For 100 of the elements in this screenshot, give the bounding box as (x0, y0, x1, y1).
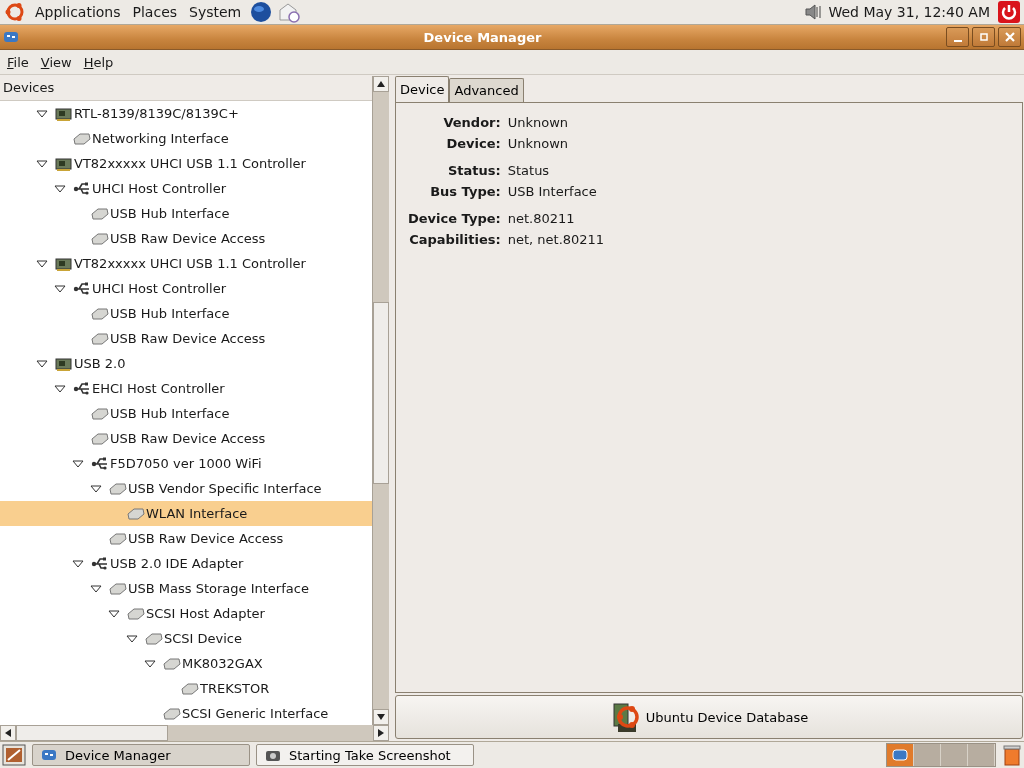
tree-row[interactable]: USB Hub Interface (0, 201, 372, 226)
tree-row[interactable]: RTL-8139/8139C/8139C+ (0, 101, 372, 126)
expander-icon[interactable] (72, 557, 84, 570)
trash-icon[interactable] (1002, 744, 1022, 766)
property-label: Device Type: (408, 211, 501, 226)
chip-icon (127, 606, 145, 621)
network-card-icon (55, 255, 73, 272)
device-database-button[interactable]: Ubuntu Device Database (395, 695, 1023, 739)
panel-menu[interactable]: System (186, 4, 245, 20)
panel-menu[interactable]: Places (129, 4, 181, 20)
mail-icon[interactable] (278, 1, 301, 23)
column-header[interactable]: Devices (0, 76, 372, 101)
tree-row[interactable]: USB Vendor Specific Interface (0, 476, 372, 501)
menu-item[interactable]: Help (83, 54, 114, 70)
expander-icon[interactable] (36, 357, 48, 370)
chip-icon (109, 581, 127, 596)
tree-row[interactable]: UHCI Host Controller (0, 176, 372, 201)
tree-row[interactable]: SCSI Host Adapter (0, 601, 372, 626)
property-value: USB Interface (507, 184, 598, 199)
expander-icon[interactable] (36, 257, 48, 270)
right-arrow-icon[interactable] (378, 729, 384, 737)
chip-icon (109, 481, 127, 496)
close-icon (1004, 32, 1015, 42)
expander-icon[interactable] (54, 382, 66, 395)
tree-row[interactable]: USB Hub Interface (0, 301, 372, 326)
chip-icon (163, 656, 181, 671)
vertical-scrollbar[interactable] (372, 76, 389, 725)
workspace-switcher[interactable] (886, 743, 996, 767)
tree-row[interactable]: USB Mass Storage Interface (0, 576, 372, 601)
expander-icon[interactable] (36, 107, 48, 120)
show-desktop-icon[interactable] (2, 744, 26, 766)
expander-icon[interactable] (72, 457, 84, 470)
usb-icon (73, 180, 91, 197)
tree-row[interactable]: MK8032GAX (0, 651, 372, 676)
chip-icon (163, 706, 181, 721)
tree-row[interactable]: F5D7050 ver 1000 WiFi (0, 451, 372, 476)
chip-icon (91, 331, 109, 346)
window-title: Device Manager (422, 29, 543, 45)
tree-row[interactable]: UHCI Host Controller (0, 276, 372, 301)
menu-item[interactable]: View (40, 54, 72, 70)
power-icon[interactable] (998, 1, 1020, 23)
speaker-icon[interactable] (804, 3, 823, 21)
chip-icon (127, 506, 145, 521)
chip-icon (91, 231, 109, 246)
usb-icon (91, 555, 109, 572)
tree-row[interactable]: USB Raw Device Access (0, 526, 372, 551)
clock[interactable]: Wed May 31, 12:40 AM (828, 4, 990, 20)
tab[interactable]: Device (395, 76, 450, 102)
usb-icon (91, 455, 109, 472)
expander-icon[interactable] (108, 607, 120, 620)
usb-icon (73, 380, 91, 397)
panel-menu[interactable]: Applications (32, 4, 124, 20)
chip-icon (181, 681, 199, 696)
usb-icon (73, 280, 91, 297)
tree-row[interactable]: SCSI Device (0, 626, 372, 651)
chip-icon (91, 406, 109, 421)
network-card-icon (55, 105, 73, 122)
globe-icon[interactable] (250, 1, 273, 23)
property-value: Unknown (507, 115, 570, 130)
minimize-button[interactable] (946, 27, 969, 47)
ubuntu-logo-icon[interactable] (4, 1, 26, 23)
expander-icon[interactable] (54, 282, 66, 295)
chip-icon (91, 431, 109, 446)
property-label: Bus Type: (429, 184, 501, 199)
maximize-button[interactable] (972, 27, 995, 47)
tree-row[interactable]: TREKSTOR (0, 676, 372, 701)
horizontal-scrollbar[interactable] (0, 725, 389, 741)
tree-row[interactable]: Networking Interface (0, 126, 372, 151)
tree-row[interactable]: USB 2.0 (0, 351, 372, 376)
chip-icon (91, 206, 109, 221)
tree-row[interactable]: VT82xxxxx UHCI USB 1.1 Controller (0, 251, 372, 276)
chip-icon (73, 131, 91, 146)
tree-row[interactable]: VT82xxxxx UHCI USB 1.1 Controller (0, 151, 372, 176)
expander-icon[interactable] (36, 157, 48, 170)
menu-item[interactable]: File (7, 54, 29, 70)
tree-row[interactable]: USB Raw Device Access (0, 326, 372, 351)
tree-row[interactable]: EHCI Host Controller (0, 376, 372, 401)
taskbar-button[interactable]: Starting Take Screenshot (256, 744, 474, 766)
expander-icon[interactable] (90, 582, 102, 595)
tree-row[interactable]: USB Raw Device Access (0, 426, 372, 451)
expander-icon[interactable] (144, 657, 156, 670)
window-thumbnail-icon (892, 748, 908, 762)
up-arrow-icon[interactable] (377, 81, 385, 87)
network-card-icon (55, 355, 73, 372)
expander-icon[interactable] (126, 632, 138, 645)
left-arrow-icon[interactable] (5, 729, 11, 737)
tree-row[interactable]: USB Hub Interface (0, 401, 372, 426)
property-value: Status (507, 163, 551, 178)
device-manager-icon[interactable] (3, 30, 19, 44)
expander-icon[interactable] (90, 482, 102, 495)
tree-row[interactable]: USB Raw Device Access (0, 226, 372, 251)
taskbar-button[interactable]: Device Manager (32, 744, 250, 766)
tree-row[interactable]: WLAN Interface (0, 501, 372, 526)
tab[interactable]: Advanced (449, 78, 524, 102)
minimize-icon (953, 39, 962, 42)
tree-row[interactable]: USB 2.0 IDE Adapter (0, 551, 372, 576)
tree-row[interactable]: SCSI Generic Interface (0, 701, 372, 725)
close-button[interactable] (998, 27, 1021, 47)
expander-icon[interactable] (54, 182, 66, 195)
down-arrow-icon[interactable] (377, 714, 385, 720)
